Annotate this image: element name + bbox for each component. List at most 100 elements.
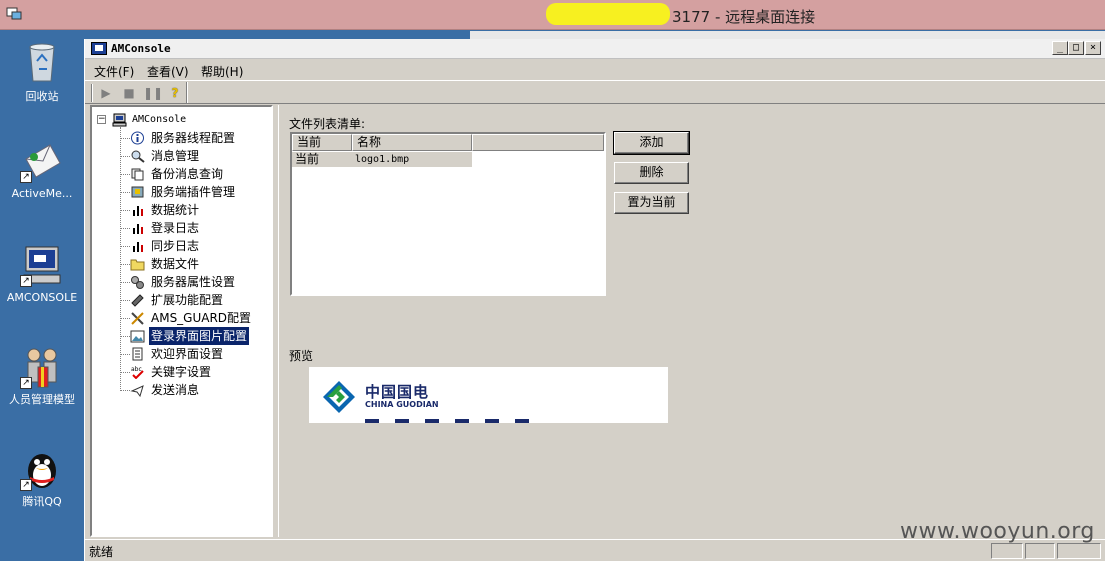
logo-cut-text	[365, 419, 535, 423]
pause-icon[interactable]: ❚❚	[143, 84, 163, 102]
desktop: 回收站 ↗ ActiveMe... ↗ AMCONSOLE ↗ 人员管理模型 ↗…	[0, 31, 84, 561]
computer-icon	[112, 113, 127, 127]
tree-guide	[120, 336, 130, 337]
magnifier-icon	[131, 150, 145, 163]
tree-guide	[120, 210, 130, 211]
desktop-icon-recycle-bin[interactable]: 回收站	[0, 39, 84, 103]
status-text: 就绪	[89, 545, 114, 559]
desktop-icon-label: 人员管理模型	[9, 393, 75, 406]
menu-view[interactable]: 查看(V)	[143, 62, 193, 81]
app-title-bar: AMConsole _ □ ×	[85, 39, 1105, 59]
desktop-icon-label: ActiveMe...	[11, 187, 73, 200]
desktop-icon-activemessenger[interactable]: ↗ ActiveMe...	[0, 139, 84, 200]
desktop-icon-label: 腾讯QQ	[22, 495, 62, 508]
logo-en-text: CHINA GUODIAN	[365, 400, 439, 409]
shortcut-arrow-icon: ↗	[20, 377, 32, 389]
toolbar-grip	[91, 84, 93, 102]
picture-icon	[130, 330, 145, 343]
document-icon	[132, 347, 143, 361]
tree-item-label: 关键字设置	[151, 365, 212, 379]
info-icon	[131, 131, 144, 145]
tree-item-label: 服务端插件管理	[151, 185, 236, 199]
tools-icon	[131, 294, 144, 307]
preview-label: 预览	[289, 349, 314, 363]
desktop-icon-people[interactable]: ↗ 人员管理模型	[0, 345, 84, 406]
tree-guide	[120, 264, 130, 265]
add-button[interactable]: 添加	[613, 131, 690, 155]
crossed-tools-icon	[131, 312, 144, 325]
tree-guide	[120, 318, 130, 319]
tree-guide	[120, 174, 130, 175]
tree-guide	[120, 138, 130, 139]
file-list-label: 文件列表清单:	[289, 117, 366, 131]
stop-icon[interactable]: ■	[120, 84, 138, 102]
menu-bar: 文件(F) 查看(V) 帮助(H)	[85, 60, 1105, 80]
tree-item-label: 数据文件	[151, 257, 200, 271]
tree-item-label: 扩展功能配置	[151, 293, 224, 307]
cell-name: logo1.bmp	[352, 152, 472, 167]
watermark: www.wooyun.org	[900, 519, 1095, 544]
bar-chart-icon	[133, 242, 143, 252]
tree-guide	[120, 354, 130, 355]
help-icon[interactable]: ?	[166, 84, 184, 102]
delete-button[interactable]: 删除	[614, 162, 689, 184]
minimize-button[interactable]: _	[1052, 41, 1068, 55]
remote-desktop-icon	[6, 7, 22, 20]
shortcut-arrow-icon: ↗	[20, 479, 32, 491]
tree-item-label: 服务器线程配置	[151, 131, 236, 145]
bar-chart-icon	[133, 224, 143, 234]
column-header-current[interactable]: 当前	[292, 134, 352, 151]
tree-guide	[120, 246, 130, 247]
tree-guide	[120, 127, 121, 391]
tree-item-label: 登录日志	[151, 221, 200, 235]
tree-item-label: 消息管理	[151, 149, 200, 163]
desktop-icon-qq[interactable]: ↗ 腾讯QQ	[0, 447, 84, 508]
send-icon	[130, 385, 144, 397]
column-header-empty[interactable]	[472, 134, 604, 151]
rdp-window-title: 3177 - 远程桌面连接	[672, 8, 816, 26]
column-header-name[interactable]: 名称	[352, 134, 472, 151]
set-current-button[interactable]: 置为当前	[614, 192, 689, 214]
tree-guide	[120, 282, 130, 283]
toolbar-separator	[186, 82, 188, 103]
recycle-bin-icon	[29, 43, 55, 82]
tree-guide	[120, 300, 130, 301]
shortcut-arrow-icon: ↗	[20, 171, 32, 183]
tree-guide	[120, 228, 130, 229]
desktop-icon-label: AMCONSOLE	[6, 291, 78, 304]
preview-image: 中国国电 CHINA GUODIAN	[309, 367, 668, 423]
detail-pane: 文件列表清单: 当前 名称 当前 logo1.bmp 添加 删除 置为当前 预览…	[278, 105, 1105, 537]
tree-item-label: 登录界面图片配置	[147, 326, 251, 346]
tree-item-label: 备份消息查询	[151, 167, 224, 181]
menu-help[interactable]: 帮助(H)	[197, 62, 247, 81]
tree-item-label: 发送消息	[151, 383, 200, 397]
logo-cn-text: 中国国电	[365, 383, 430, 401]
people-icon-wrap: ↗	[20, 345, 64, 389]
menu-file[interactable]: 文件(F)	[90, 62, 138, 81]
app-icon	[91, 42, 107, 55]
status-panel	[1025, 543, 1055, 559]
gears-icon	[131, 276, 144, 289]
maximize-button[interactable]: □	[1068, 41, 1084, 55]
rdp-title-bar: 3177 - 远程桌面连接	[0, 0, 1105, 30]
play-icon[interactable]: ▶	[97, 84, 115, 102]
copy-icon	[131, 168, 144, 181]
close-button[interactable]: ×	[1085, 41, 1101, 55]
file-list[interactable]: 当前 名称 当前 logo1.bmp	[290, 132, 606, 296]
status-panel	[991, 543, 1023, 559]
toolbar: ▶ ■ ❚❚ ?	[85, 80, 1105, 104]
tree-guide	[120, 156, 130, 157]
plugin-icon	[131, 186, 144, 198]
folder-icon	[130, 259, 145, 271]
desktop-icon-amconsole[interactable]: ↗ AMCONSOLE	[0, 243, 84, 304]
tree-root-label: AMConsole	[132, 114, 187, 125]
computer-icon-wrap: ↗	[20, 243, 64, 287]
tree-guide	[120, 390, 130, 391]
qq-icon-wrap: ↗	[20, 447, 64, 491]
collapse-toggle-icon[interactable]: −	[97, 115, 106, 124]
desktop-icon-label: 回收站	[25, 90, 59, 103]
china-guodian-logo	[323, 381, 355, 413]
activemessenger-icon-wrap: ↗	[20, 139, 64, 183]
tree-item-label: 服务器属性设置	[151, 275, 236, 289]
app-title: AMConsole	[111, 42, 171, 55]
